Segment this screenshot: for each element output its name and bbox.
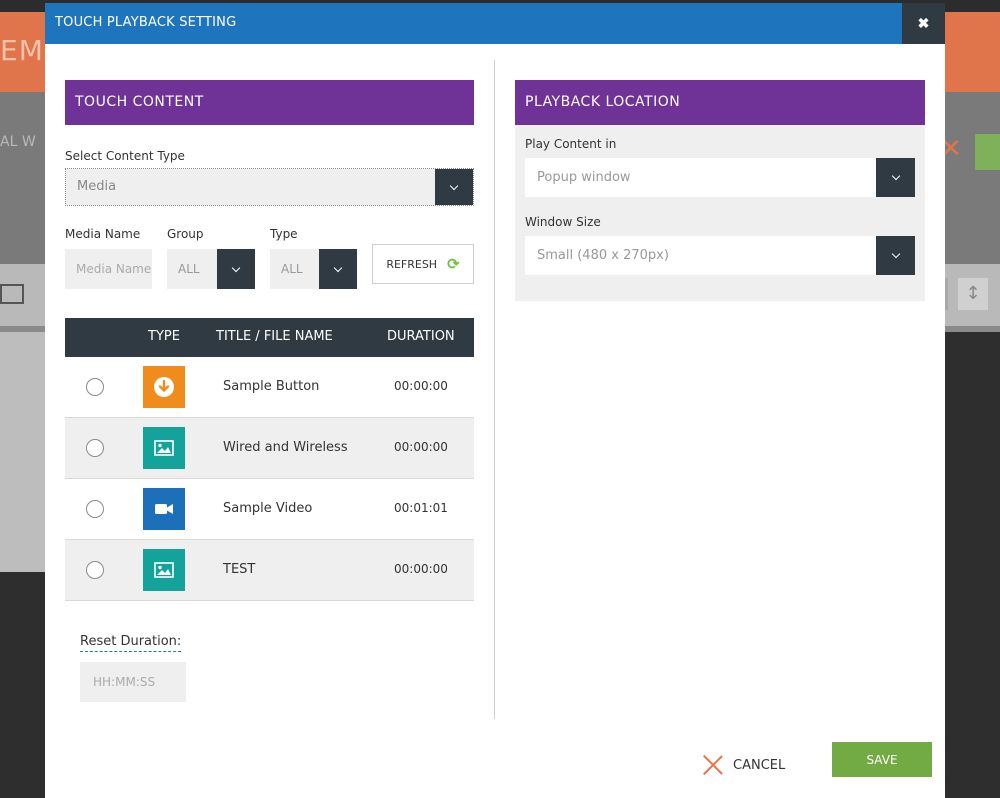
cancel-label: CANCEL [733,757,786,773]
refresh-label: REFRESH [386,257,438,271]
playback-location-panel: PLAYBACK LOCATION Play Content in Popup … [515,80,925,301]
type-filter: Type ALL [270,227,357,289]
download-button-icon [143,366,185,408]
playback-location-heading: PLAYBACK LOCATION [515,80,925,125]
reset-duration-group: Reset Duration: [80,630,186,702]
modal-header: TOUCH PLAYBACK SETTING ✖ [45,3,945,44]
chevron-down-icon [231,263,241,272]
reset-duration-label: Reset Duration: [80,634,182,652]
column-header-duration: DURATION [387,329,455,344]
cancel-icon [703,755,723,775]
group-label: Group [167,227,204,241]
row-radio[interactable] [86,439,104,457]
filter-row: Media Name Group ALL Type ALL [65,227,474,289]
video-camera-icon [143,488,185,530]
bg-resize-icon: ↕ [958,278,988,310]
window-size-value: Small (480 x 270px) [525,236,876,275]
content-type-select[interactable]: Media [65,168,474,206]
touch-content-panel: TOUCH CONTENT Select Content Type Media … [65,80,474,702]
column-divider [494,60,495,719]
table-header: TYPE TITLE / FILE NAME DURATION [65,318,474,357]
row-title: Wired and Wireless [223,440,348,455]
playback-location-body: Play Content in Popup window Window Size… [515,125,925,301]
row-duration: 00:00:00 [394,440,448,454]
row-radio[interactable] [86,500,104,518]
row-title: Sample Button [223,379,320,394]
group-value: ALL [167,249,217,289]
column-header-title: TITLE / FILE NAME [216,329,333,344]
media-name-filter: Media Name [65,227,152,289]
play-content-select[interactable]: Popup window [525,158,915,197]
close-button[interactable]: ✖ [902,3,945,44]
chevron-down-icon [449,181,459,190]
bg-green-button [975,134,1000,170]
content-type-value: Media [66,169,435,205]
row-duration: 00:00:00 [394,379,448,393]
touch-content-heading: TOUCH CONTENT [65,80,474,125]
media-name-label: Media Name [65,227,141,241]
row-radio[interactable] [86,378,104,396]
content-type-dropdown-button[interactable] [435,169,473,205]
type-label: Type [270,227,298,241]
chevron-down-icon [891,171,900,181]
chevron-down-icon [333,263,343,272]
row-duration: 00:01:01 [394,501,448,515]
image-icon [143,549,185,591]
refresh-icon: ⟳ [447,255,460,273]
table-row[interactable]: TEST 00:00:00 [65,540,474,601]
row-duration: 00:00:00 [394,562,448,576]
bg-toolbar-text: AL W [0,134,36,150]
type-value: ALL [270,249,319,289]
window-size-label: Window Size [525,215,601,229]
image-icon [143,427,185,469]
type-dropdown-button[interactable] [319,249,357,289]
table-row[interactable]: Sample Button 00:00:00 [65,357,474,418]
bg-layers-icon [0,284,24,304]
group-dropdown-button[interactable] [217,249,255,289]
media-name-input[interactable] [65,249,152,289]
table-row[interactable]: Sample Video 00:01:01 [65,479,474,540]
table-row[interactable]: Wired and Wireless 00:00:00 [65,418,474,479]
window-size-select[interactable]: Small (480 x 270px) [525,236,915,275]
group-select[interactable]: ALL [167,249,255,289]
row-title: TEST [223,562,256,577]
modal-title: TOUCH PLAYBACK SETTING [55,15,237,30]
chevron-down-icon [891,249,900,259]
window-size-dropdown-button[interactable] [876,236,915,275]
group-filter: Group ALL [167,227,255,289]
cancel-button[interactable]: CANCEL [703,751,785,779]
play-content-dropdown-button[interactable] [876,158,915,197]
row-radio[interactable] [86,561,104,579]
touch-playback-modal: TOUCH PLAYBACK SETTING ✖ TOUCH CONTENT S… [45,3,945,798]
bg-side-panel [945,332,1000,798]
content-type-label: Select Content Type [65,149,185,163]
play-content-label: Play Content in [525,137,617,151]
column-header-type: TYPE [148,329,180,344]
refresh-button[interactable]: REFRESH ⟳ [372,244,474,284]
play-content-value: Popup window [525,158,876,197]
content-table: TYPE TITLE / FILE NAME DURATION Sample B… [65,318,474,601]
save-button[interactable]: SAVE [832,742,932,777]
row-title: Sample Video [223,501,313,516]
close-icon: ✖ [917,15,930,31]
type-select[interactable]: ALL [270,249,357,289]
reset-duration-input[interactable] [80,662,186,702]
